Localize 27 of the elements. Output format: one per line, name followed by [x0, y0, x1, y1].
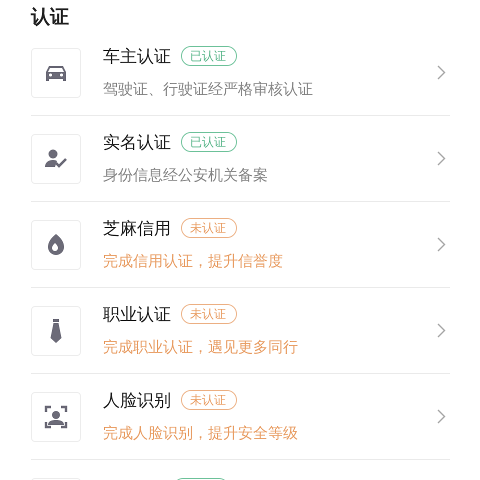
item-description: 完成人脸识别，提升安全等级 — [103, 422, 298, 444]
status-tag: 已认证 — [181, 132, 237, 152]
item-description: 完成职业认证，遇见更多同行 — [103, 336, 298, 358]
chevron-icon — [437, 65, 446, 80]
section-title: 认证 — [31, 5, 70, 30]
face-scan-icon — [43, 404, 69, 430]
item-title: 实名认证 — [103, 133, 171, 153]
list-item[interactable]: 车主认证 已认证 驾驶证、行驶证经严格审核认证 — [31, 30, 450, 116]
item-description: 身份信息经公安机关备案 — [103, 164, 268, 186]
item-description: 完成信用认证，提升信誉度 — [103, 250, 283, 272]
status-tag: 未认证 — [181, 304, 237, 324]
list-item[interactable]: 人脸识别 未认证 完成人脸识别，提升安全等级 — [31, 374, 450, 460]
list-item[interactable]: 芝麻信用 未认证 完成信用认证，提升信誉度 — [31, 202, 450, 288]
item-description: 驾驶证、行驶证经严格审核认证 — [103, 78, 313, 100]
item-title: 职业认证 — [103, 305, 171, 325]
chevron-icon — [437, 409, 446, 424]
status-tag: 未认证 — [181, 390, 237, 410]
item-title: 人脸识别 — [103, 391, 171, 411]
item-title: 芝麻信用 — [103, 219, 171, 239]
status-tag: 未认证 — [181, 218, 237, 238]
item-title: 车主认证 — [103, 47, 171, 67]
list-item[interactable]: 职业认证 未认证 完成职业认证，遇见更多同行 — [31, 288, 450, 374]
chevron-icon — [437, 237, 446, 252]
list-item[interactable]: 实名认证 已认证 身份信息经公安机关备案 — [31, 116, 450, 202]
chevron-icon — [437, 151, 446, 166]
chevron-icon — [437, 323, 446, 338]
status-tag: 已认证 — [181, 46, 237, 66]
